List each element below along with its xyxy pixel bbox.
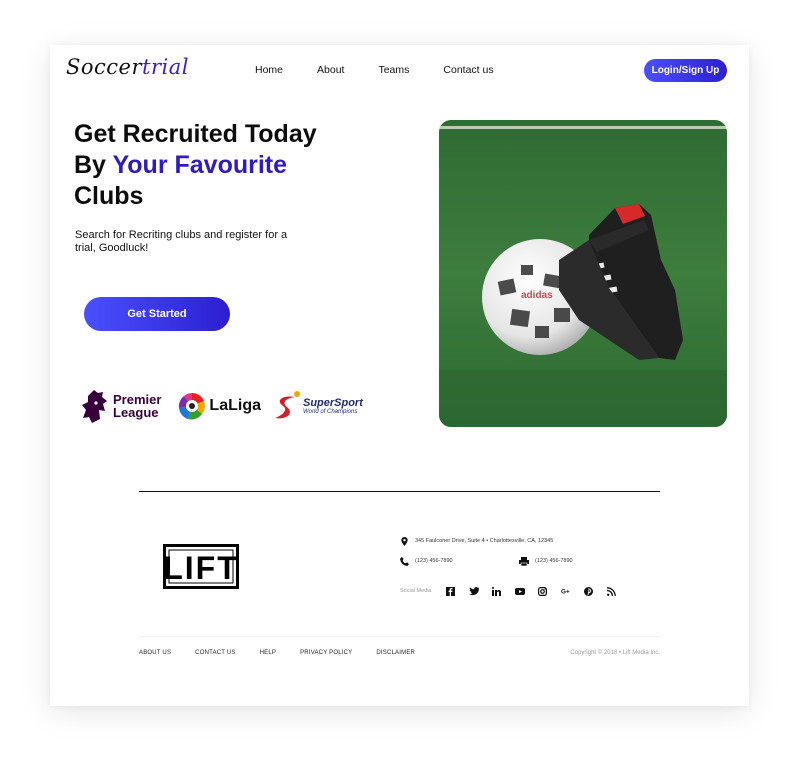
fax-text: (123) 456-7890	[535, 558, 573, 564]
page-card: Soccertrial Home About Teams Contact us …	[50, 45, 749, 706]
address-row: 345 Faulconer Drive, Suite 4 • Charlotte…	[400, 535, 600, 547]
printer-icon	[519, 556, 529, 566]
hero-title-by: By	[74, 151, 113, 179]
svg-text:adidas: adidas	[521, 290, 553, 301]
linkedin-icon[interactable]	[492, 586, 502, 596]
soccer-ball-and-boots-photo: adidas	[439, 120, 727, 427]
phone-icon	[400, 556, 409, 566]
hero-title-line1: Get Recruited Today	[74, 120, 317, 148]
phone-text[interactable]: (123) 456-7890	[415, 558, 453, 564]
pinterest-icon[interactable]	[584, 586, 594, 596]
rss-icon[interactable]	[607, 586, 617, 596]
hero-title: Get Recruited Today By Your Favourite Cl…	[74, 119, 374, 212]
youtube-icon[interactable]	[514, 586, 525, 596]
location-pin-icon	[401, 536, 408, 546]
footer-separator	[139, 636, 660, 637]
nav-about[interactable]: About	[317, 64, 344, 76]
footer-link-help[interactable]: HELP	[260, 650, 276, 656]
footer-link-contact-us[interactable]: CONTACT US	[195, 650, 235, 656]
supersport-tagline: World of Champions	[302, 408, 358, 415]
footer-link-about-us[interactable]: ABOUT US	[139, 650, 171, 656]
nav-teams[interactable]: Teams	[378, 64, 409, 76]
main-nav: Home About Teams Contact us	[255, 64, 528, 76]
get-started-button[interactable]: Get Started	[84, 297, 230, 331]
footer-link-disclaimer[interactable]: DISCLAIMER	[376, 650, 415, 656]
logo-text-accent: trial	[142, 55, 189, 79]
premier-league-logo: Premier League	[80, 388, 161, 424]
copyright-text: Copyright © 2018 • Lift Media Inc.	[570, 650, 660, 656]
premier-league-lion-icon	[82, 390, 107, 423]
partner-logos: Premier League LaLiga SuperSport World o…	[80, 388, 363, 424]
site-logo[interactable]: Soccertrial	[66, 55, 189, 79]
svg-text:G+: G+	[561, 589, 570, 595]
footer-links: ABOUT US CONTACT US HELP PRIVACY POLICY …	[139, 650, 439, 656]
hero-subtitle: Search for Recriting clubs and register …	[75, 229, 288, 254]
google-plus-icon[interactable]: G+	[561, 586, 571, 596]
logo-text-primary: Soccer	[66, 55, 143, 79]
premier-league-text-2: League	[113, 405, 159, 420]
laliga-text: LaLiga	[209, 397, 261, 414]
fax-row: (123) 456-7890	[519, 555, 629, 567]
nav-home[interactable]: Home	[255, 64, 283, 76]
address-text: 345 Faulconer Drive, Suite 4 • Charlotte…	[415, 538, 554, 544]
social-media-row: Social Media G+	[400, 586, 640, 596]
social-media-label: Social Media	[400, 588, 432, 594]
supersport-logo: SuperSport World of Champions	[273, 390, 363, 422]
lift-logo: LIFT	[163, 544, 239, 589]
footer-link-privacy-policy[interactable]: PRIVACY POLICY	[300, 650, 352, 656]
svg-text:LIFT: LIFT	[163, 550, 239, 586]
hero-image: adidas	[439, 120, 727, 427]
nav-contact-us[interactable]: Contact us	[443, 64, 493, 76]
supersport-s-icon	[274, 391, 300, 419]
hero-title-line3: Clubs	[74, 182, 144, 210]
login-signup-button[interactable]: Login/Sign Up	[644, 59, 727, 82]
twitter-icon[interactable]	[468, 586, 479, 596]
laliga-logo: LaLiga	[178, 392, 261, 420]
instagram-icon[interactable]	[538, 586, 548, 596]
laliga-ball-icon	[179, 393, 206, 420]
supersport-text: SuperSport	[302, 396, 363, 409]
section-divider	[139, 491, 660, 492]
facebook-icon[interactable]	[446, 586, 456, 596]
phone-row: (123) 456-7890	[400, 555, 510, 567]
hero-title-accent: Your Favourite	[112, 151, 288, 179]
